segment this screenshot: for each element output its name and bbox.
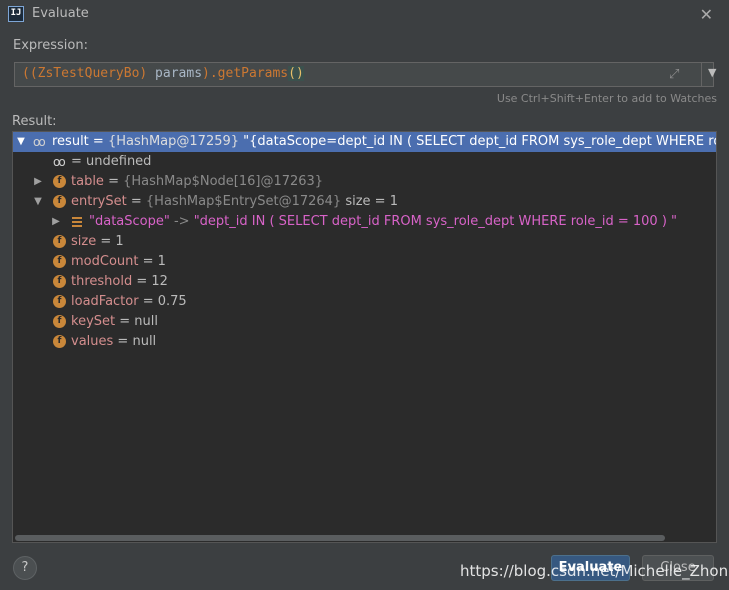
field-icon: f xyxy=(53,255,66,268)
field-icon: f xyxy=(53,335,66,348)
tree-row-values[interactable]: f values = null xyxy=(13,332,716,352)
tree-row-modcount[interactable]: f modCount = 1 xyxy=(13,252,716,272)
tree-row-table[interactable]: ▶ f table = {HashMap$Node[16]@17263} xyxy=(13,172,716,192)
tree-row-map-entry[interactable]: ▶ "dataScope" -> "dept_id IN ( SELECT de… xyxy=(13,212,716,232)
field-icon: f xyxy=(53,275,66,288)
collapse-arrow-icon[interactable]: ▼ xyxy=(15,132,27,152)
help-button[interactable]: ? xyxy=(13,556,37,580)
tree-row-loadfactor[interactable]: f loadFactor = 0.75 xyxy=(13,292,716,312)
dropdown-divider xyxy=(701,63,702,86)
expression-input[interactable]: ((ZsTestQueryBo) params).getParams() ⤢ ▼ xyxy=(14,62,716,87)
expand-arrow-icon[interactable]: ▶ xyxy=(50,212,62,232)
map-entry-icon xyxy=(72,217,82,227)
field-icon: f xyxy=(53,315,66,328)
tree-row-size[interactable]: f size = 1 xyxy=(13,232,716,252)
watermark: https://blog.csdn.net/Michelle_Zhong xyxy=(460,562,729,580)
intellij-app-icon: IJ xyxy=(8,6,24,22)
watches-hint: Use Ctrl+Shift+Enter to add to Watches xyxy=(496,92,717,105)
scrollbar-thumb[interactable] xyxy=(15,535,665,541)
tree-row-keyset[interactable]: f keySet = null xyxy=(13,312,716,332)
expand-arrow-icon[interactable]: ▶ xyxy=(32,172,44,192)
tree-row-entryset[interactable]: ▼ f entrySet = {HashMap$EntrySet@17264} … xyxy=(13,192,716,212)
expression-text[interactable]: ((ZsTestQueryBo) params).getParams() xyxy=(22,66,304,81)
watch-glasses-icon: oo xyxy=(53,155,66,169)
watch-glasses-icon: oo xyxy=(33,135,46,149)
result-tree[interactable]: ▼ oo result = {HashMap@17259} "{dataScop… xyxy=(12,131,717,543)
field-icon: f xyxy=(53,175,66,188)
window-title: Evaluate xyxy=(32,6,89,21)
title-bar: IJ Evaluate ✕ xyxy=(0,0,729,30)
expand-editor-icon[interactable]: ⤢ xyxy=(669,67,679,82)
expression-label: Expression: xyxy=(13,38,88,53)
close-icon[interactable]: ✕ xyxy=(700,5,713,24)
tree-root-row[interactable]: ▼ oo result = {HashMap@17259} "{dataScop… xyxy=(13,132,716,152)
final-field-icon: f xyxy=(53,295,66,308)
horizontal-scrollbar[interactable] xyxy=(13,534,716,542)
tree-row-watch[interactable]: oo = undefined xyxy=(13,152,716,172)
field-icon: f xyxy=(53,195,66,208)
tree-row-threshold[interactable]: f threshold = 12 xyxy=(13,272,716,292)
collapse-arrow-icon[interactable]: ▼ xyxy=(32,192,44,212)
field-icon: f xyxy=(53,235,66,248)
result-label: Result: xyxy=(12,114,57,129)
history-dropdown-icon[interactable]: ▼ xyxy=(708,66,716,79)
